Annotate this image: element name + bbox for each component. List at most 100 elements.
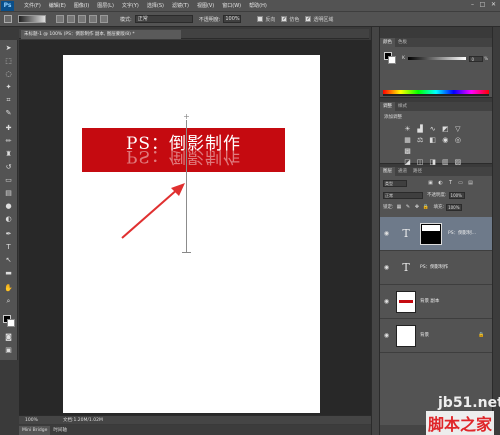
move-tool-icon[interactable]: ➤ — [4, 44, 13, 53]
lock-transparent-icon[interactable]: ▦ — [396, 204, 403, 211]
mode-select[interactable]: 正常 — [134, 15, 193, 23]
type-filter-icon[interactable]: T — [447, 180, 454, 187]
shape-tool-icon[interactable]: ▬ — [4, 269, 13, 278]
tab-layers[interactable]: 图层 — [380, 167, 395, 176]
tab-swatches[interactable]: 色板 — [395, 38, 410, 47]
layer-opacity-input[interactable]: 100% — [448, 191, 465, 199]
document-size[interactable]: 文档:1.20M/1.02M — [63, 417, 103, 423]
threshold-icon[interactable]: ◨ — [428, 158, 437, 167]
document-tab[interactable]: 未标题-1 @ 100% (PS：倒影制作 副本, 图层蒙版/8) * — [21, 30, 181, 39]
eyedropper-tool-icon[interactable]: ✎ — [4, 109, 13, 118]
menu-file[interactable]: 文件(F) — [24, 2, 41, 9]
levels-icon[interactable]: ▟ — [416, 125, 425, 134]
curves-icon[interactable]: ∿ — [428, 125, 437, 134]
reverse-checkbox[interactable] — [257, 16, 264, 22]
brush-tool-icon[interactable]: ✏ — [4, 137, 13, 146]
lock-image-icon[interactable]: ✎ — [405, 204, 412, 211]
tab-adjustments[interactable]: 调整 — [380, 102, 395, 111]
diamond-gradient-button[interactable] — [100, 15, 108, 23]
angle-gradient-button[interactable] — [78, 15, 86, 23]
menu-window[interactable]: 窗口(W) — [222, 2, 241, 9]
menu-layer[interactable]: 图层(L) — [97, 2, 114, 9]
zoom-level[interactable]: 100% — [25, 418, 43, 423]
shape-filter-icon[interactable]: ▭ — [457, 180, 464, 187]
adjustment-filter-icon[interactable]: ◐ — [437, 180, 444, 187]
smart-object-filter-icon[interactable]: ▤ — [467, 180, 474, 187]
gradient-map-icon[interactable]: ▥ — [441, 158, 450, 167]
layer-name[interactable]: 背景 副本 — [420, 298, 439, 304]
menu-filter[interactable]: 滤镜(T) — [172, 2, 189, 9]
fill-input[interactable]: 100% — [446, 203, 463, 211]
color-spectrum-grayscale[interactable] — [383, 94, 489, 96]
dodge-tool-icon[interactable]: ◐ — [4, 215, 13, 224]
layer-name[interactable]: PS：倒影制… — [448, 230, 476, 236]
healing-brush-tool-icon[interactable]: ✚ — [4, 124, 13, 133]
history-brush-tool-icon[interactable]: ↺ — [4, 163, 13, 172]
brightness-contrast-icon[interactable]: ☀ — [403, 125, 412, 134]
minimize-button[interactable]: – — [468, 1, 477, 9]
transparency-checkbox[interactable]: ✓ — [305, 16, 312, 22]
menu-image[interactable]: 图像(I) — [74, 2, 89, 9]
magic-wand-tool-icon[interactable]: ✦ — [4, 83, 13, 92]
lock-position-icon[interactable]: ✥ — [414, 204, 421, 211]
tab-color[interactable]: 颜色 — [380, 38, 395, 47]
visibility-eye-icon[interactable]: ◉ — [383, 264, 390, 271]
dither-checkbox[interactable]: ✓ — [281, 16, 288, 22]
lock-all-icon[interactable]: 🔒 — [423, 204, 430, 211]
background-color-swatch[interactable] — [7, 319, 15, 327]
black-white-icon[interactable]: ◧ — [428, 136, 437, 145]
visibility-eye-icon[interactable]: ◉ — [383, 332, 390, 339]
type-tool-icon[interactable]: T — [4, 243, 13, 252]
color-background-swatch[interactable] — [388, 56, 396, 64]
layer-row[interactable]: ◉ T PS：倒影制… — [380, 217, 492, 251]
photo-filter-icon[interactable]: ◉ — [441, 136, 450, 145]
layer-mask-thumbnail[interactable] — [420, 223, 442, 245]
eraser-tool-icon[interactable]: ▭ — [4, 176, 13, 185]
tab-mini-bridge[interactable]: Mini Bridge — [19, 425, 51, 435]
gradient-tool-icon[interactable] — [4, 15, 12, 23]
close-button[interactable]: ✕ — [489, 1, 498, 9]
radial-gradient-button[interactable] — [67, 15, 75, 23]
layer-row[interactable]: ◉ T PS：倒影制作 — [380, 251, 492, 285]
tab-timeline[interactable]: 时间轴 — [50, 426, 70, 435]
color-balance-icon[interactable]: ⚖ — [416, 136, 425, 145]
hue-saturation-icon[interactable]: ▦ — [403, 136, 412, 145]
pen-tool-icon[interactable]: ✒ — [4, 230, 13, 239]
exposure-icon[interactable]: ◩ — [441, 125, 450, 134]
gradient-picker[interactable] — [18, 15, 46, 23]
menu-type[interactable]: 文字(Y) — [122, 2, 139, 9]
crop-tool-icon[interactable]: ⌗ — [4, 96, 13, 105]
quick-mask-icon[interactable]: ◙ — [4, 333, 13, 342]
clone-stamp-tool-icon[interactable]: ♜ — [4, 150, 13, 159]
color-lookup-icon[interactable]: ▩ — [403, 147, 412, 156]
linear-gradient-button[interactable] — [56, 15, 64, 23]
visibility-eye-icon[interactable]: ◉ — [383, 230, 390, 237]
lasso-tool-icon[interactable]: ◌ — [4, 70, 13, 79]
pixel-filter-icon[interactable]: ▣ — [427, 180, 434, 187]
layer-row[interactable]: ◉ 背景 副本 — [380, 285, 492, 319]
menu-edit[interactable]: 编辑(E) — [49, 2, 66, 9]
blend-mode-select[interactable]: 正常 — [383, 191, 423, 199]
vibrance-icon[interactable]: ▽ — [453, 125, 462, 134]
reflected-gradient-button[interactable] — [89, 15, 97, 23]
color-k-slider[interactable] — [407, 57, 467, 60]
layer-kind-select[interactable]: 类型 — [383, 179, 407, 187]
invert-icon[interactable]: ◪ — [403, 158, 412, 167]
marquee-tool-icon[interactable]: ⬚ — [4, 57, 13, 66]
gradient-tool-icon-toolbar[interactable]: ▤ — [4, 189, 13, 198]
tab-paths[interactable]: 路径 — [410, 167, 425, 176]
layer-row[interactable]: ◉ 背景 🔒 — [380, 319, 492, 353]
selective-color-icon[interactable]: ▨ — [453, 158, 462, 167]
layer-name[interactable]: 背景 — [420, 332, 429, 338]
hand-tool-icon[interactable]: ✋ — [4, 284, 13, 293]
channel-mixer-icon[interactable]: ◎ — [453, 136, 462, 145]
visibility-eye-icon[interactable]: ◉ — [383, 298, 390, 305]
color-k-value[interactable]: 0 — [469, 55, 484, 62]
menu-help[interactable]: 帮助(H) — [249, 2, 267, 9]
layer-name[interactable]: PS：倒影制作 — [420, 264, 448, 270]
zoom-tool-icon[interactable]: ⌕ — [4, 297, 13, 306]
path-selection-tool-icon[interactable]: ↖ — [4, 256, 13, 265]
blur-tool-icon[interactable]: ● — [4, 202, 13, 211]
maximize-button[interactable]: □ — [478, 1, 487, 9]
tab-styles[interactable]: 样式 — [395, 102, 410, 111]
